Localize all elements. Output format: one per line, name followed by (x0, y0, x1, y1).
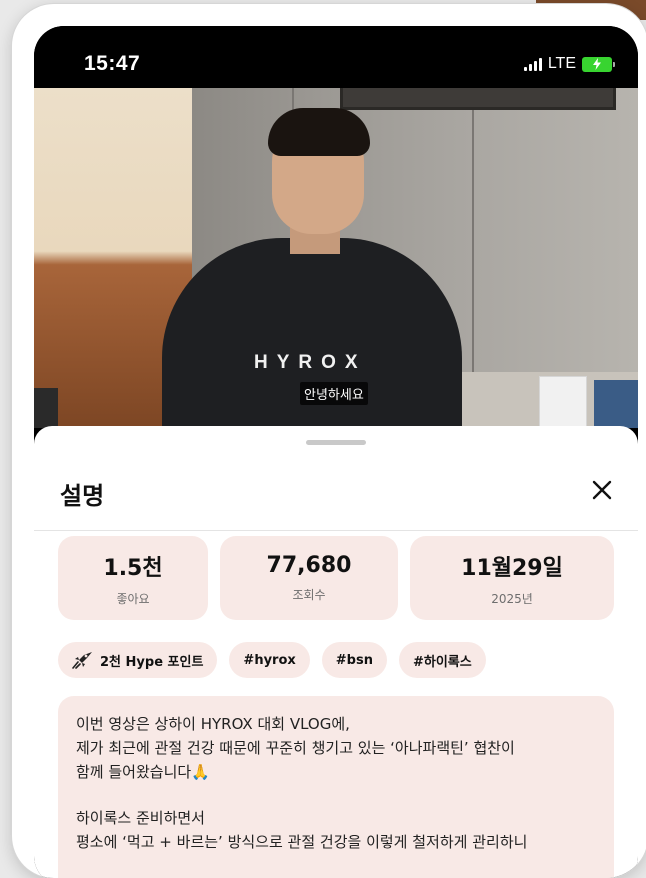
stat-label: 좋아요 (116, 591, 150, 606)
video-caption: 안녕하세요 (300, 382, 368, 405)
rocket-icon (72, 652, 92, 669)
phone-screen: 15:47 LTE HYROX 안녕하세요 설명 1.5천 좋아요 77,680… (34, 26, 638, 878)
stat-label: 조회수 (292, 588, 326, 602)
product-box (594, 380, 638, 428)
hashtag-chip-hyrox-korean[interactable]: #하이록스 (398, 642, 486, 678)
stat-date: 11월29일 2025년 (410, 536, 614, 620)
description-line: 함께 들어왔습니다🙏 (76, 763, 210, 781)
description-line: 제가 최근에 관절 건강 때문에 꾸준히 챙기고 있는 ‘아나파랙틴’ 협찬이 (76, 739, 515, 757)
wall-frame (340, 88, 616, 110)
status-time: 15:47 (84, 52, 141, 75)
network-label: LTE (547, 55, 576, 72)
chip-row: 2천 Hype 포인트 #hyrox #bsn #하이록스 (58, 642, 486, 678)
hoodie-logo-text: HYROX (254, 352, 367, 373)
sheet-divider (34, 530, 638, 531)
description-line: 평소에 ‘먹고 + 바르는’ 방식으로 관절 건강을 이렇게 철저하게 관리하니 (76, 833, 528, 851)
status-bar: 15:47 LTE (34, 26, 638, 88)
hashtag-chip-bsn[interactable]: #bsn (321, 642, 387, 678)
sheet-title: 설명 (60, 482, 105, 510)
description-line: 이번 영상은 상하이 HYROX 대회 VLOG에, (76, 715, 350, 733)
status-indicators: LTE (523, 54, 615, 74)
chip-label: #hyrox (243, 652, 296, 668)
signal-icon (523, 57, 542, 71)
close-icon (592, 480, 612, 500)
battery-charging-icon (582, 56, 615, 72)
person-hair (268, 108, 370, 156)
stat-label: 2025년 (491, 591, 533, 606)
video-lamp (34, 388, 58, 428)
description-text-box[interactable]: 이번 영상은 상하이 HYROX 대회 VLOG에, 제가 최근에 관절 건강 … (58, 696, 614, 878)
hype-points-chip[interactable]: 2천 Hype 포인트 (58, 642, 218, 678)
sheet-drag-handle[interactable] (306, 440, 366, 445)
product-box (539, 376, 587, 428)
chip-label: 2천 Hype 포인트 (100, 654, 204, 670)
phone-frame: 15:47 LTE HYROX 안녕하세요 설명 1.5천 좋아요 77,680… (12, 4, 646, 878)
stat-views: 77,680 조회수 (220, 536, 398, 620)
stat-likes: 1.5천 좋아요 (58, 536, 208, 620)
video-player[interactable]: HYROX 안녕하세요 (34, 88, 638, 428)
stat-value: 11월29일 (461, 555, 563, 581)
chip-label: #하이록스 (412, 654, 472, 670)
hashtag-chip-hyrox[interactable]: #hyrox (229, 642, 310, 678)
chip-label: #bsn (335, 652, 373, 668)
stat-value: 77,680 (266, 553, 352, 578)
description-sheet: 설명 1.5천 좋아요 77,680 조회수 11월29일 2025년 2천 H… (34, 426, 638, 878)
stat-value: 1.5천 (103, 555, 163, 581)
description-line: 하이록스 준비하면서 (76, 809, 205, 827)
close-button[interactable] (584, 472, 620, 508)
